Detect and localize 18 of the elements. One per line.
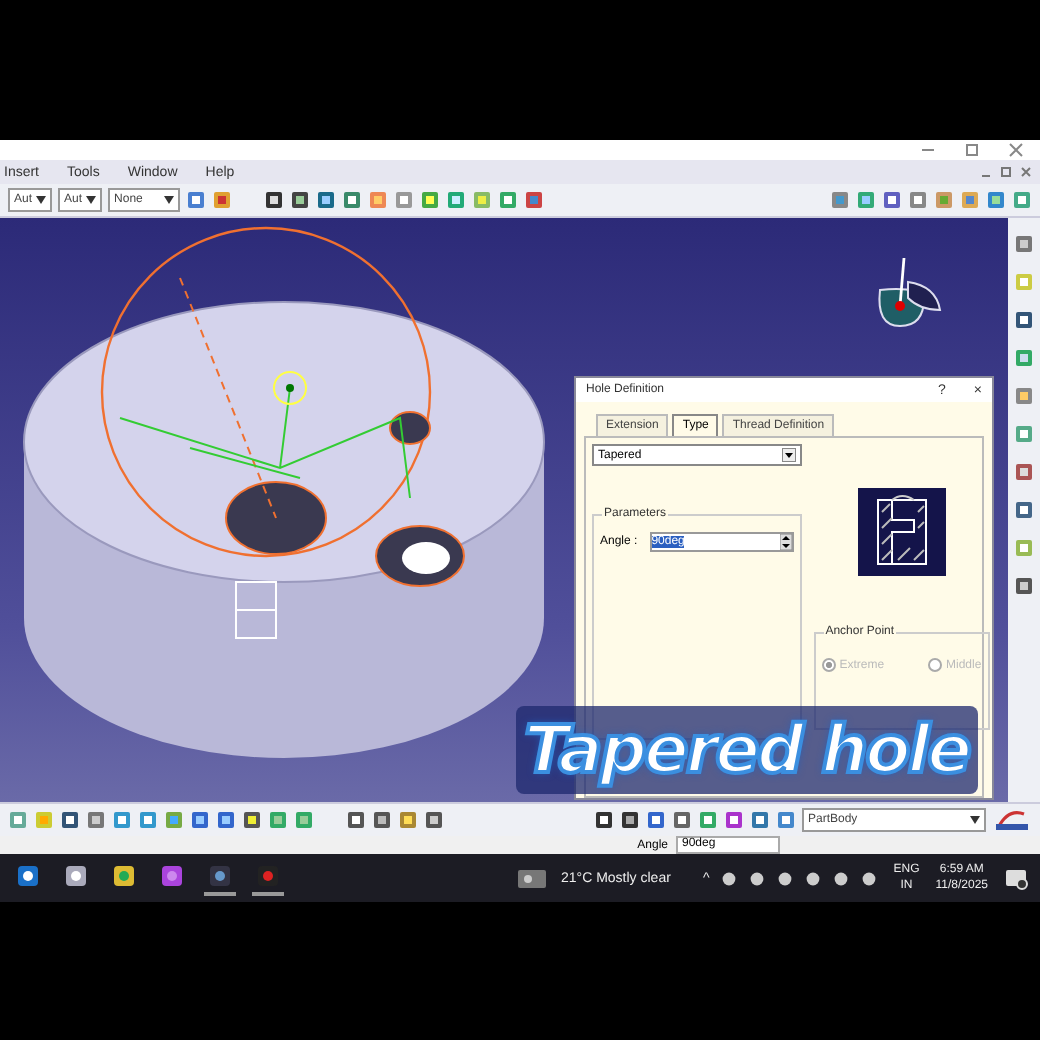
maximize-icon[interactable] (964, 142, 980, 158)
hole-diagram-icon (857, 488, 946, 576)
dropdown-arrow-icon (36, 196, 47, 204)
restore-icon[interactable] (1000, 166, 1012, 178)
video-caption: Tapered hole (516, 706, 977, 794)
dropdown-arrow-icon (970, 816, 980, 824)
logo-icon (992, 808, 1032, 832)
tool-icon[interactable] (290, 190, 311, 210)
close-icon[interactable] (1008, 142, 1024, 158)
tool-icon[interactable] (264, 190, 285, 210)
close-icon[interactable] (1020, 166, 1032, 178)
dropdown-arrow-icon (164, 196, 175, 204)
app-window-icon[interactable] (208, 864, 232, 888)
tool-icon[interactable] (316, 190, 337, 210)
dropdown-arrow-icon (86, 196, 97, 204)
dropdown-arrow-icon (781, 448, 796, 462)
notifications-icon[interactable] (1004, 866, 1028, 890)
spinner-icon[interactable] (779, 534, 792, 550)
